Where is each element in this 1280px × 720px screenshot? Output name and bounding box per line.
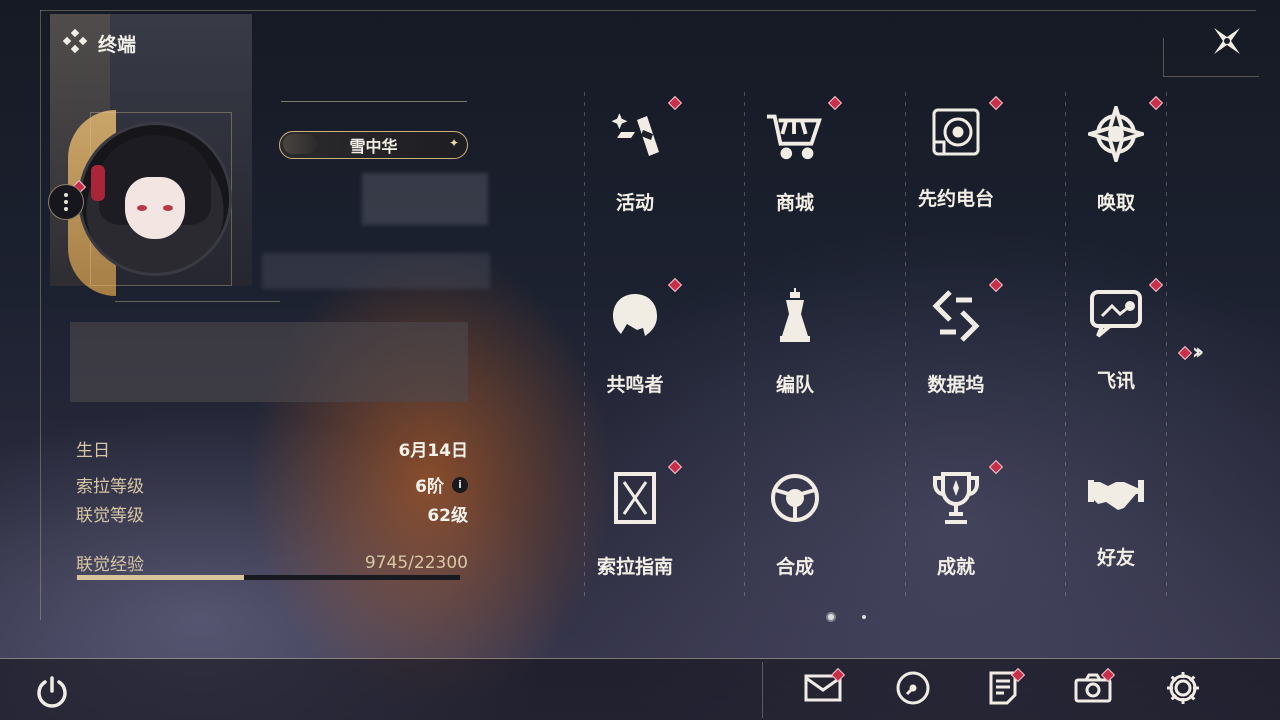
header: 终端 — [62, 28, 136, 58]
page-title: 终端 — [98, 33, 137, 56]
settings-button[interactable] — [1163, 670, 1203, 710]
trophy-icon — [926, 470, 986, 526]
close-icon — [1210, 24, 1244, 62]
data-dock-icon — [926, 288, 986, 344]
avatar-face — [125, 177, 185, 239]
bottom-bar-divider — [762, 662, 763, 718]
frame-top-line — [40, 10, 1256, 11]
tile-label: 编队 — [775, 374, 814, 396]
exp-progress-fill — [77, 575, 245, 580]
tile-radio[interactable]: 先约电台 — [901, 95, 1011, 210]
close-button[interactable] — [1198, 14, 1256, 72]
chess-team-icon — [765, 288, 825, 344]
blurred-field — [262, 253, 490, 289]
exp-progress-bar — [77, 575, 460, 580]
birthday-row: 生日 6月14日 — [76, 436, 468, 461]
more-dots-icon — [64, 193, 68, 211]
avatar-eye — [137, 205, 147, 211]
exp-label: 联觉经验 — [76, 555, 144, 575]
shop-cart-icon — [765, 106, 825, 162]
mail-button[interactable] — [803, 667, 846, 710]
divider — [115, 301, 280, 302]
notification-badge — [1148, 277, 1164, 293]
notification-badge — [827, 95, 843, 111]
summon-compass-icon — [1086, 106, 1146, 162]
guide-book-icon — [605, 470, 665, 526]
tile-label: 好友 — [1096, 547, 1135, 569]
tile-label: 数据坞 — [927, 374, 985, 396]
tile-summon[interactable]: 唤取 — [1061, 95, 1171, 214]
tile-label: 先约电台 — [917, 188, 994, 210]
tile-shop[interactable]: 商城 — [740, 95, 850, 214]
sola-level-value: 6阶 — [415, 477, 444, 497]
tile-label: 索拉指南 — [596, 556, 673, 578]
next-page-button[interactable]: ›› — [1177, 340, 1204, 365]
notification-badge — [1148, 95, 1164, 111]
page-dot-1[interactable] — [828, 614, 834, 620]
tile-friends[interactable]: 好友 — [1061, 460, 1171, 570]
mini-avatar — [283, 134, 317, 154]
diamond-cluster-icon — [62, 28, 88, 58]
notification-badge — [667, 95, 683, 111]
blurred-field — [362, 173, 488, 225]
notification-badge — [667, 277, 683, 293]
tile-achievements[interactable]: 成就 — [901, 459, 1011, 578]
avatar-bow — [91, 165, 105, 201]
union-level-label: 联觉等级 — [76, 506, 144, 526]
notification-badge — [988, 459, 1004, 475]
page-indicator — [828, 614, 866, 620]
notes-button[interactable] — [983, 667, 1026, 710]
double-chevron-right-icon: ›› — [1192, 340, 1204, 365]
clock-button[interactable] — [893, 670, 933, 710]
camera-button[interactable] — [1073, 667, 1116, 710]
name-plate[interactable]: 雪中华 ✦ — [279, 131, 468, 159]
power-icon — [34, 676, 70, 714]
avatar[interactable] — [78, 122, 232, 276]
power-button[interactable] — [34, 674, 70, 710]
handshake-icon — [1086, 470, 1146, 517]
avatar-eye — [163, 205, 173, 211]
tile-team[interactable]: 编队 — [740, 278, 850, 396]
tile-label: 唤取 — [1096, 192, 1135, 214]
gear-icon — [1165, 670, 1201, 710]
tile-label: 共鸣者 — [606, 374, 664, 396]
sola-level-label: 索拉等级 — [76, 477, 144, 497]
divider — [281, 101, 467, 102]
tile-resonators[interactable]: 共鸣者 — [580, 277, 690, 396]
tile-label: 飞讯 — [1096, 370, 1135, 392]
exp-row: 联觉经验 9745/22300 — [76, 550, 468, 576]
sola-level-row: 索拉等级 6阶 i — [76, 472, 468, 497]
tile-label: 成就 — [936, 556, 975, 578]
union-level-row: 联觉等级 62级 — [76, 501, 468, 526]
info-icon[interactable]: i — [452, 476, 468, 493]
resonator-head-icon — [605, 288, 665, 344]
activity-icon — [605, 106, 665, 162]
exp-value: 9745/22300 — [364, 552, 468, 573]
frame-left-line — [40, 10, 41, 620]
notification-badge — [988, 95, 1004, 111]
sparkle-icon: ✦ — [448, 136, 459, 150]
tile-guide[interactable]: 索拉指南 — [580, 459, 690, 578]
tile-messages[interactable]: 飞讯 — [1061, 277, 1171, 392]
birthday-label: 生日 — [76, 441, 110, 461]
profile-menu-button[interactable] — [48, 184, 84, 220]
tile-label: 活动 — [615, 192, 654, 214]
page-dot-2[interactable] — [862, 615, 866, 619]
clock-icon — [895, 670, 931, 710]
tile-synthesis[interactable]: 合成 — [740, 460, 850, 578]
notification-badge — [988, 277, 1004, 293]
radio-icon — [926, 106, 986, 158]
notification-badge — [1177, 345, 1193, 360]
message-bubble-icon — [1086, 288, 1146, 340]
birthday-value: 6月14日 — [398, 441, 469, 461]
tile-activity[interactable]: 活动 — [580, 95, 690, 214]
signature-box[interactable] — [70, 322, 468, 402]
synthesis-icon — [765, 470, 825, 526]
tile-data-dock[interactable]: 数据坞 — [901, 277, 1011, 396]
player-name: 雪中华 — [349, 137, 398, 156]
notification-badge — [667, 459, 683, 475]
tile-label: 合成 — [775, 556, 814, 578]
union-level-value: 62级 — [427, 506, 468, 526]
tile-label: 商城 — [775, 192, 814, 214]
